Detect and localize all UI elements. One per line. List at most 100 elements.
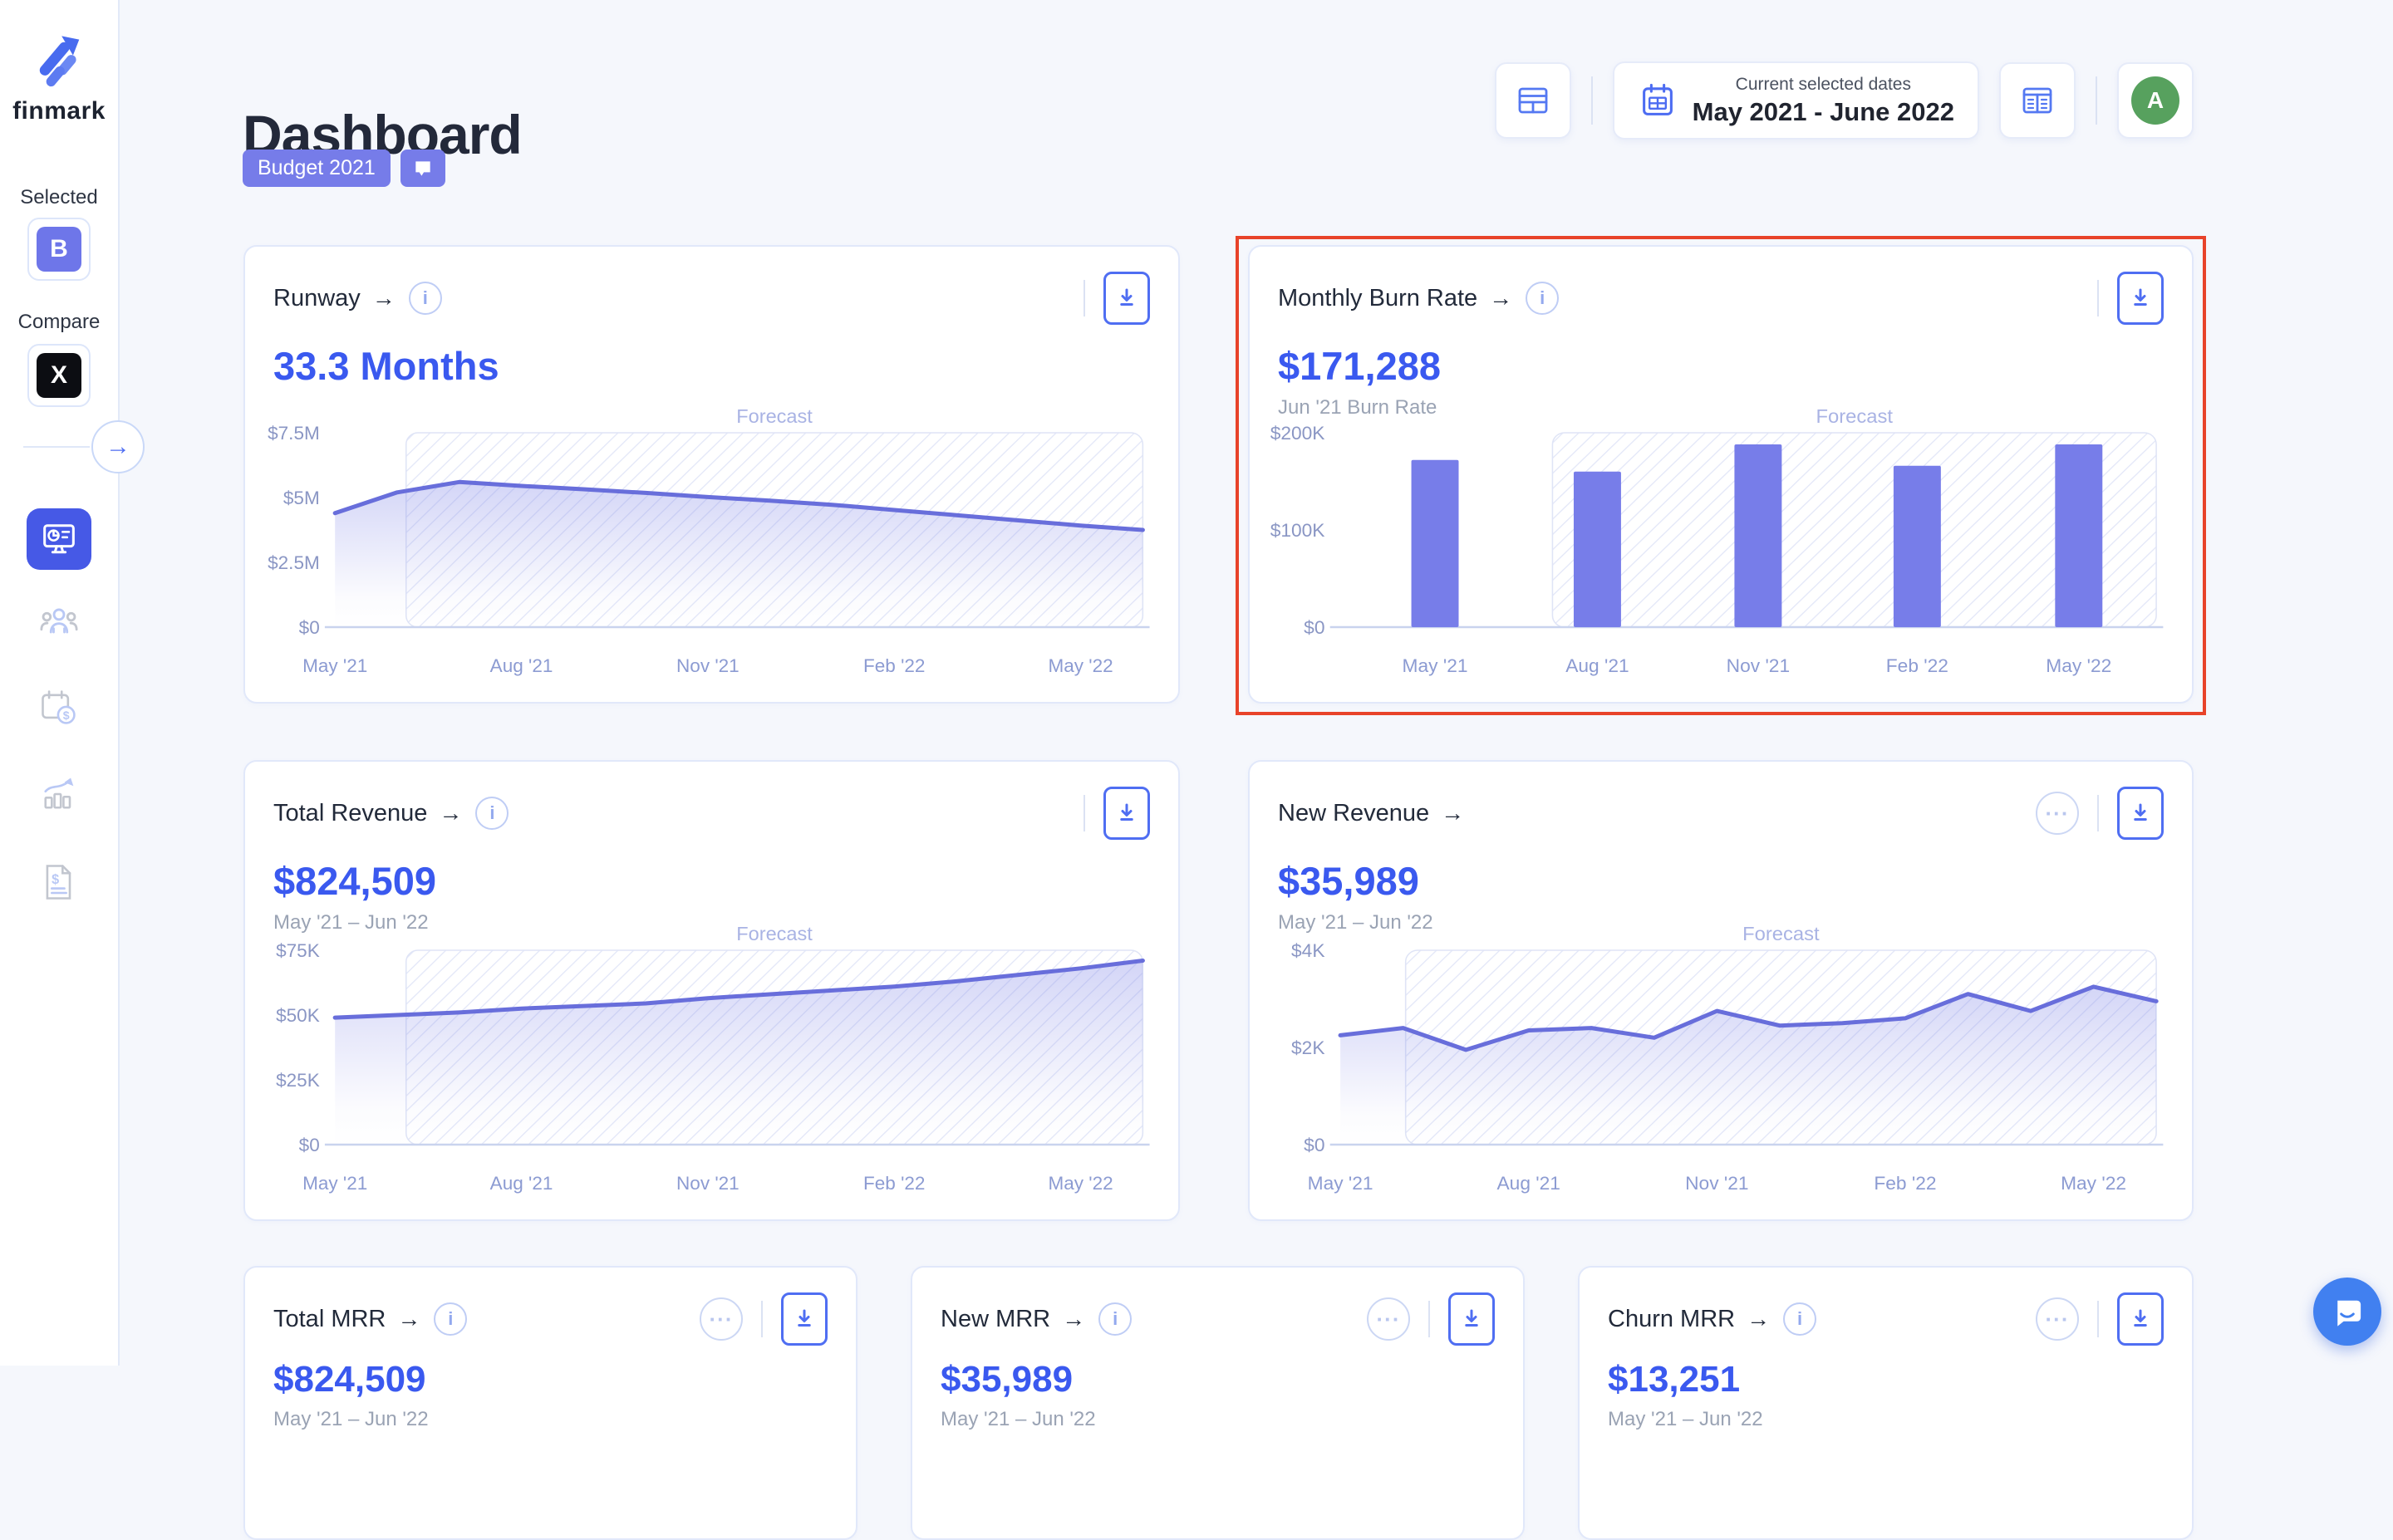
svg-text:$7.5M: $7.5M <box>268 423 320 444</box>
table-columns-icon <box>2019 82 2056 119</box>
summary-table-button[interactable] <box>1495 62 1571 139</box>
selected-scenario-card[interactable]: B <box>27 218 91 281</box>
info-icon[interactable]: i <box>409 282 442 315</box>
svg-text:$75K: $75K <box>276 940 320 961</box>
comments-pill[interactable] <box>400 150 445 187</box>
svg-text:$50K: $50K <box>276 1005 320 1026</box>
more-options-button[interactable]: ··· <box>1367 1297 1410 1341</box>
monthly-burn-rate-card: Monthly Burn Rate → i $171,288 Jun '21 B… <box>1248 245 2194 704</box>
compare-scenario-card[interactable]: X <box>27 344 91 407</box>
svg-text:$: $ <box>63 709 70 722</box>
svg-text:Forecast: Forecast <box>736 923 813 944</box>
info-icon[interactable]: i <box>434 1302 467 1336</box>
arrow-right-icon[interactable]: → <box>1489 285 1512 311</box>
svg-text:May '22: May '22 <box>1048 655 1113 676</box>
info-icon[interactable]: i <box>1526 282 1559 315</box>
download-button[interactable] <box>781 1292 828 1346</box>
divider <box>1083 280 1085 316</box>
download-icon <box>792 1305 817 1333</box>
date-range-button[interactable]: Current selected dates May 2021 - June 2… <box>1613 61 1979 140</box>
svg-text:Forecast: Forecast <box>1742 923 1820 944</box>
new-revenue-chart: ForecastMay '21Aug '21Nov '21Feb '22May … <box>1263 919 2179 1211</box>
sidebar-expand-button[interactable]: → <box>91 420 145 473</box>
svg-text:$100K: $100K <box>1270 520 1325 541</box>
columns-view-button[interactable] <box>1999 62 2076 139</box>
arrow-right-icon[interactable]: → <box>439 800 462 826</box>
download-icon <box>2128 1305 2153 1333</box>
arrow-right-icon[interactable]: → <box>397 1306 420 1332</box>
sidebar-item-payroll-calendar[interactable]: $ <box>0 686 118 729</box>
svg-text:$2.5M: $2.5M <box>268 552 320 573</box>
ellipsis-icon: ··· <box>1377 1307 1401 1332</box>
sidebar: finmark Selected B Compare X <box>0 0 120 1366</box>
sidebar-item-dashboard[interactable] <box>0 508 118 570</box>
dates-label: Current selected dates <box>1693 75 1954 95</box>
download-icon <box>2128 284 2153 312</box>
card-title: New MRR <box>941 1306 1050 1333</box>
table-rows-icon <box>1515 82 1551 119</box>
ellipsis-icon: ··· <box>2046 801 2070 826</box>
svg-text:Aug '21: Aug '21 <box>1496 1173 1560 1194</box>
svg-text:Forecast: Forecast <box>1816 405 1893 427</box>
svg-text:Nov '21: Nov '21 <box>1685 1173 1748 1194</box>
download-button[interactable] <box>1103 787 1150 840</box>
card-title: Total Revenue <box>273 800 427 827</box>
sidebar-item-performance[interactable] <box>0 772 118 816</box>
svg-text:Feb '22: Feb '22 <box>1874 1173 1936 1194</box>
svg-text:Feb '22: Feb '22 <box>863 655 925 676</box>
compare-label: Compare <box>0 311 118 334</box>
sidebar-divider <box>23 446 90 448</box>
svg-text:May '21: May '21 <box>1308 1173 1373 1194</box>
divider <box>761 1301 763 1337</box>
info-icon[interactable]: i <box>1783 1302 1816 1336</box>
svg-text:Aug '21: Aug '21 <box>1565 655 1629 676</box>
card-value: 33.3 Months <box>273 343 1150 389</box>
more-options-button[interactable]: ··· <box>2036 792 2079 835</box>
download-icon <box>1459 1305 1484 1333</box>
sidebar-item-invoices[interactable]: $ <box>0 861 118 904</box>
svg-text:$0: $0 <box>1304 1135 1324 1155</box>
info-icon[interactable]: i <box>475 797 509 830</box>
download-icon <box>1114 284 1139 312</box>
dashboard-monitor-icon <box>37 517 81 561</box>
finmark-logo-icon <box>28 30 90 93</box>
ellipsis-icon: ··· <box>2046 1307 2070 1332</box>
download-button[interactable] <box>1103 272 1150 325</box>
card-subtitle: May '21 – Jun '22 <box>1608 1408 2164 1431</box>
monthly-burn-rate-chart: ForecastMay '21Aug '21Nov '21Feb '22May … <box>1263 401 2179 694</box>
arrow-right-icon[interactable]: → <box>1747 1306 1770 1332</box>
more-options-button[interactable]: ··· <box>2036 1297 2079 1341</box>
divider <box>1591 76 1593 125</box>
sidebar-item-team[interactable] <box>0 600 118 643</box>
svg-text:$2K: $2K <box>1291 1037 1325 1058</box>
download-button[interactable] <box>2117 787 2164 840</box>
chat-bubble-icon <box>2329 1293 2366 1330</box>
download-button[interactable] <box>1448 1292 1495 1346</box>
selected-label: Selected <box>0 186 118 209</box>
info-icon[interactable]: i <box>1098 1302 1132 1336</box>
account-button[interactable]: A <box>2117 62 2194 139</box>
svg-text:$5M: $5M <box>283 488 320 508</box>
arrow-right-icon[interactable]: → <box>372 285 396 311</box>
header-pills: Budget 2021 <box>243 150 445 187</box>
download-button[interactable] <box>2117 1292 2164 1346</box>
arrow-right-icon: → <box>106 433 130 461</box>
new-revenue-card: New Revenue → ··· $35,989 May '21 – Jun … <box>1248 760 2194 1221</box>
avatar: A <box>2131 76 2179 125</box>
chat-button[interactable] <box>2313 1278 2381 1346</box>
more-options-button[interactable]: ··· <box>700 1297 743 1341</box>
budget-pill[interactable]: Budget 2021 <box>243 150 391 187</box>
card-title: New Revenue <box>1278 800 1429 827</box>
arrow-right-icon[interactable]: → <box>1062 1306 1085 1332</box>
divider <box>2096 76 2097 125</box>
brand-logo[interactable]: finmark <box>0 30 118 125</box>
comment-icon <box>412 158 434 179</box>
churn-mrr-card: Churn MRR → i ··· $13,251 May '21 – Jun … <box>1578 1266 2194 1540</box>
calendar-icon <box>1638 81 1678 120</box>
svg-text:$4K: $4K <box>1291 940 1325 961</box>
dates-value: May 2021 - June 2022 <box>1693 97 1954 127</box>
brand-name: finmark <box>0 97 118 125</box>
arrow-right-icon[interactable]: → <box>1441 800 1464 826</box>
download-button[interactable] <box>2117 272 2164 325</box>
svg-text:$25K: $25K <box>276 1070 320 1091</box>
